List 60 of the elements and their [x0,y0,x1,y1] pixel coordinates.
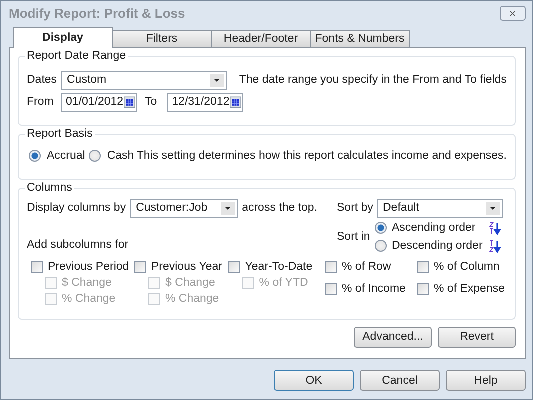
sort-icon [489,222,501,235]
description-text: The date range you specify in the From and To fields [239,74,507,86]
checkbox-label: % Change [62,292,116,305]
dialog-button[interactable]: Cancel [360,370,440,391]
window-title: Modify Report: Profit & Loss [9,6,186,22]
checkbox[interactable] [325,282,337,295]
checkbox-label: % of Column [434,260,500,273]
checkbox-label: Year-To-Date [245,260,313,273]
panel-button[interactable]: Advanced... [354,326,432,348]
checkbox-label: Previous Year [151,260,222,273]
checkbox-label: $ Change [165,276,216,289]
radio-button[interactable] [375,240,387,252]
checkbox[interactable] [31,260,43,273]
dialog-button[interactable]: Help [446,370,526,391]
field-label: Sort in [337,231,372,244]
panel-button[interactable]: Revert [438,326,516,348]
checkbox-label: % of YTD [259,276,308,289]
radio-label: Cash [107,150,134,162]
field-label: Display columns by [27,202,126,214]
checkbox[interactable] [417,282,429,295]
dialog-button[interactable]: OK [274,370,354,391]
radio-button[interactable] [89,150,102,162]
radio-label: Ascending order [392,222,477,234]
field-label: Sort by [337,202,373,214]
sort-dropdown[interactable]: Default [377,198,503,218]
group-title: Report Basis [25,128,95,140]
field-label: From [27,96,55,108]
checkbox[interactable] [417,260,429,273]
checkbox[interactable] [325,260,337,273]
radio-label: Descending order [392,240,484,252]
tab[interactable]: Header/Footer [211,30,311,48]
checkbox-label: % Change [165,292,220,305]
checkbox-label: Previous Period [48,260,130,273]
close-button[interactable]: ✕ [500,6,526,22]
calendar-icon[interactable] [124,94,135,110]
field-label: To [145,96,158,108]
calendar-icon[interactable] [230,94,242,110]
checkbox-label: % of Row [342,260,392,273]
radio-label: Accrual [47,150,86,162]
radio-button[interactable] [29,150,41,162]
tab[interactable]: Filters [112,30,212,48]
tab[interactable]: Display [13,26,113,48]
checkbox-label: % of Income [342,282,406,295]
columns-dropdown[interactable]: Customer:Job [130,198,238,218]
checkbox-label: % of Expense [434,282,505,295]
sort-icon [489,240,501,253]
tab[interactable]: Fonts & Numbers [310,30,410,48]
checkbox[interactable] [134,260,146,273]
date-field[interactable]: 12/31/2012 [167,92,244,112]
checkbox[interactable] [228,260,240,273]
date-field[interactable]: 01/01/2012 [61,92,137,112]
field-label: Dates [27,74,57,86]
group-title: Columns [25,182,74,194]
description-text: This setting determines how this report calculates income and expenses. [136,150,507,162]
field-label: across the top. [242,202,318,214]
radio-button[interactable] [375,222,387,234]
group-title: Report Date Range [25,50,128,62]
dates-dropdown[interactable]: Custom [61,70,228,90]
section-label: Add subcolumns for [27,238,130,251]
checkbox-label: $ Change [62,276,112,289]
